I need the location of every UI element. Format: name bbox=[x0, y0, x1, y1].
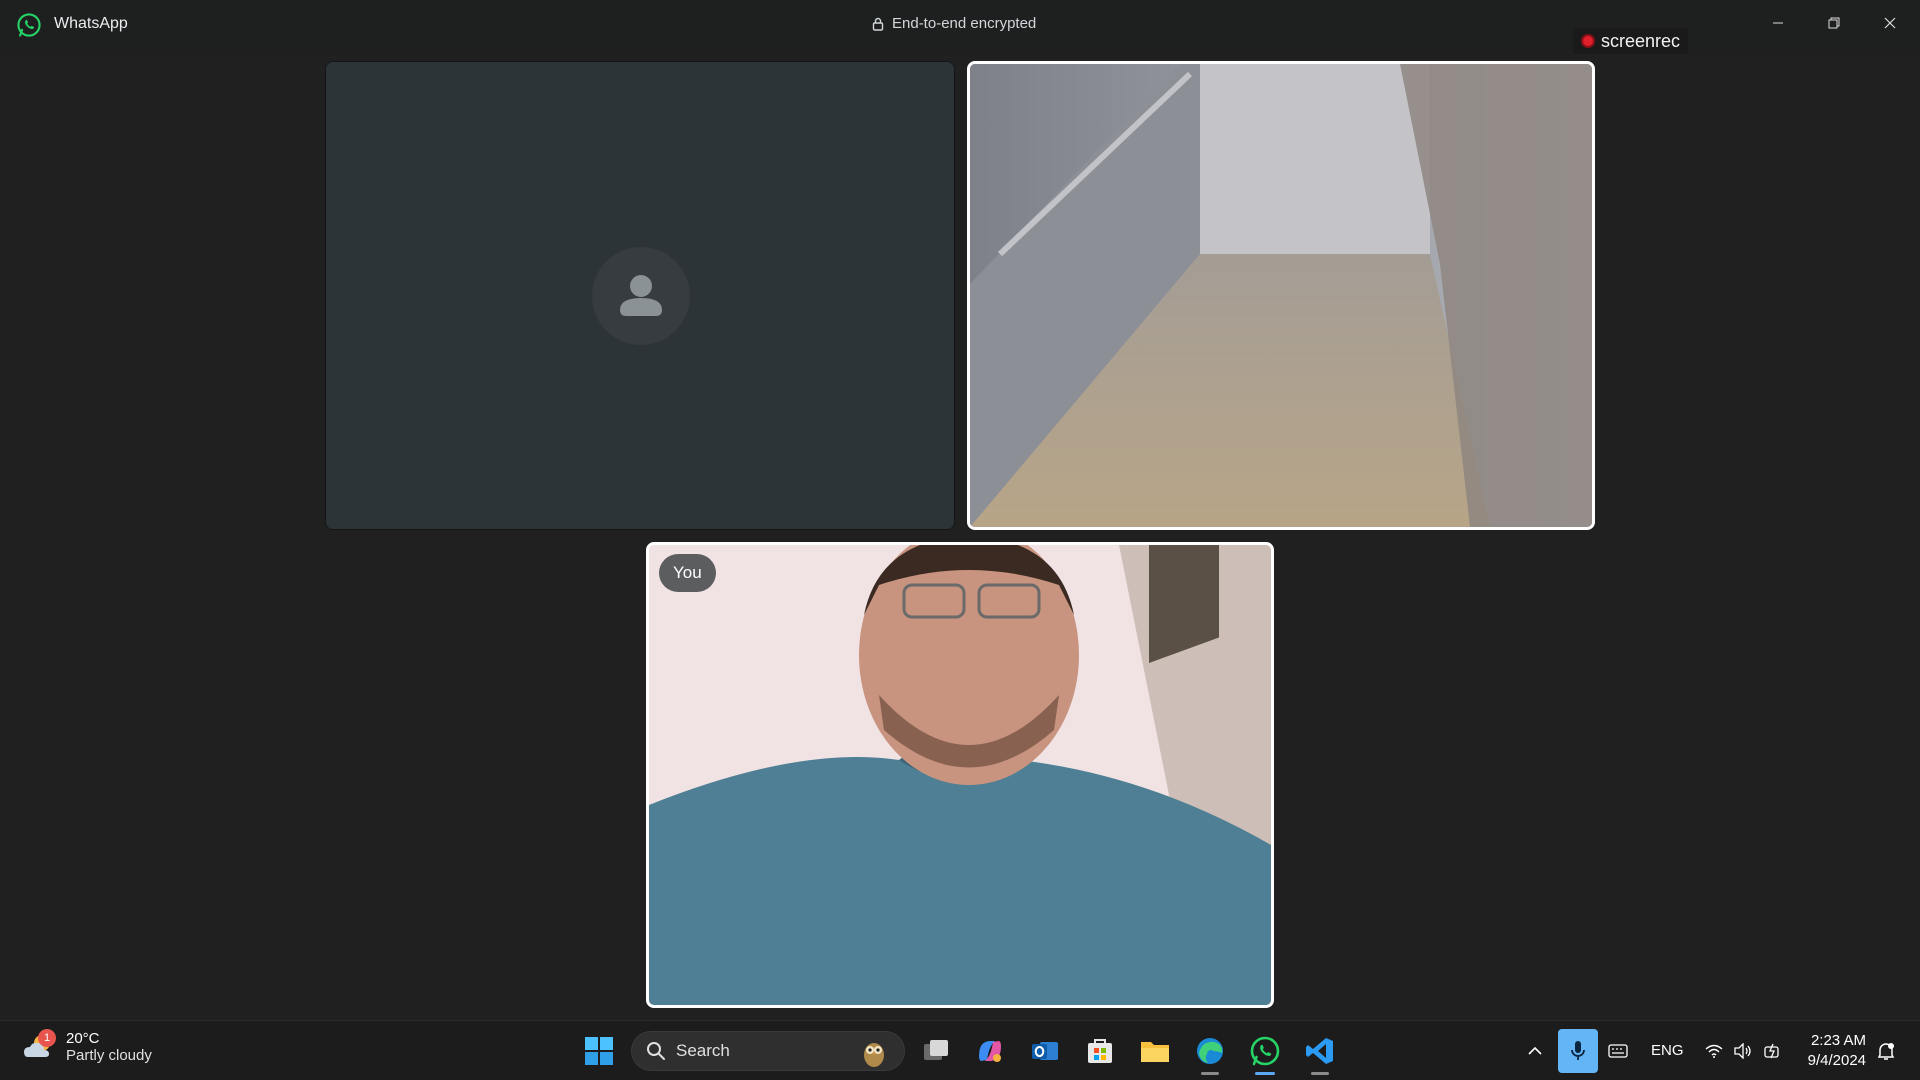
touch-keyboard-button[interactable] bbox=[1602, 1033, 1634, 1069]
close-button[interactable] bbox=[1870, 6, 1910, 40]
whatsapp-taskbar-button[interactable] bbox=[1247, 1033, 1283, 1075]
running-indicator bbox=[1311, 1072, 1329, 1075]
encryption-notice: End-to-end encrypted bbox=[872, 15, 1036, 32]
running-indicator bbox=[1201, 1072, 1219, 1075]
show-hidden-icons-button[interactable] bbox=[1520, 1033, 1550, 1069]
clock[interactable]: 2:23 AM 9/4/2024 bbox=[1800, 1031, 1866, 1071]
participant-tile-no-video[interactable] bbox=[325, 61, 955, 530]
edge-button[interactable] bbox=[1192, 1033, 1228, 1075]
encryption-text: End-to-end encrypted bbox=[892, 15, 1037, 32]
speaker-icon bbox=[1734, 1043, 1751, 1059]
task-view-icon bbox=[924, 1040, 948, 1060]
lock-icon bbox=[872, 17, 884, 31]
notifications-button[interactable] bbox=[1872, 1033, 1900, 1069]
wifi-icon bbox=[1705, 1044, 1723, 1058]
outlook-icon bbox=[1032, 1042, 1058, 1060]
notification-bell-icon bbox=[1877, 1043, 1895, 1060]
minimize-button[interactable] bbox=[1758, 6, 1798, 40]
close-icon bbox=[1884, 17, 1896, 29]
taskbar-search[interactable]: Search bbox=[631, 1031, 905, 1071]
battery-button[interactable] bbox=[1760, 1033, 1786, 1069]
weather-badge: 1 bbox=[38, 1029, 56, 1047]
task-view-button[interactable] bbox=[918, 1033, 954, 1069]
file-explorer-button[interactable] bbox=[1137, 1033, 1173, 1069]
restore-button[interactable] bbox=[1814, 6, 1854, 40]
avatar bbox=[592, 247, 690, 345]
outlook-button[interactable] bbox=[1027, 1033, 1063, 1069]
vscode-icon bbox=[1306, 1038, 1333, 1064]
whatsapp-icon bbox=[1250, 1036, 1280, 1066]
clock-date: 9/4/2024 bbox=[1807, 1052, 1866, 1069]
clock-time: 2:23 AM bbox=[1810, 1032, 1866, 1049]
microphone-icon bbox=[1571, 1041, 1585, 1060]
chevron-up-icon bbox=[1528, 1046, 1542, 1055]
remote-video-feed bbox=[970, 64, 1592, 527]
record-icon bbox=[1581, 34, 1595, 48]
participant-tile-video[interactable] bbox=[967, 61, 1595, 530]
network-button[interactable] bbox=[1701, 1033, 1727, 1069]
whatsapp-logo-icon bbox=[17, 13, 41, 37]
default-avatar-icon bbox=[620, 275, 662, 316]
active-indicator bbox=[1255, 1072, 1275, 1075]
minimize-icon bbox=[1773, 22, 1783, 24]
owl-search-highlight-icon bbox=[864, 1043, 884, 1067]
partly-cloudy-icon: 1 bbox=[22, 1029, 58, 1065]
battery-charging-icon bbox=[1764, 1043, 1779, 1059]
folder-icon bbox=[1141, 1042, 1169, 1062]
weather-temperature: 20°C bbox=[66, 1030, 100, 1047]
self-label: You bbox=[659, 554, 716, 592]
taskbar: 1 20°C Partly cloudy Search ENG 2:23 AM … bbox=[0, 1020, 1920, 1080]
microphone-in-use-button[interactable] bbox=[1558, 1029, 1598, 1073]
input-language[interactable]: ENG bbox=[1651, 1042, 1684, 1059]
weather-widget[interactable]: 1 20°C Partly cloudy bbox=[22, 1029, 152, 1065]
app-title: WhatsApp bbox=[54, 15, 128, 32]
copilot-icon bbox=[979, 1041, 1001, 1062]
keyboard-icon bbox=[1608, 1044, 1628, 1058]
search-icon bbox=[647, 1042, 665, 1060]
microsoft-store-icon bbox=[1088, 1039, 1112, 1063]
copilot-button[interactable] bbox=[972, 1033, 1008, 1069]
windows-start-icon bbox=[585, 1037, 613, 1065]
restore-icon bbox=[1828, 17, 1840, 29]
self-video-feed bbox=[649, 545, 1271, 1005]
search-placeholder: Search bbox=[676, 1041, 730, 1060]
edge-icon bbox=[1197, 1038, 1223, 1064]
screenrec-overlay[interactable]: screenrec bbox=[1573, 28, 1689, 54]
screenrec-label: screenrec bbox=[1601, 30, 1681, 51]
weather-description: Partly cloudy bbox=[66, 1047, 152, 1064]
vscode-button[interactable] bbox=[1302, 1033, 1338, 1075]
volume-button[interactable] bbox=[1730, 1033, 1756, 1069]
start-button[interactable] bbox=[581, 1033, 617, 1069]
microsoft-store-button[interactable] bbox=[1082, 1033, 1118, 1069]
self-video-tile[interactable]: You bbox=[646, 542, 1274, 1008]
